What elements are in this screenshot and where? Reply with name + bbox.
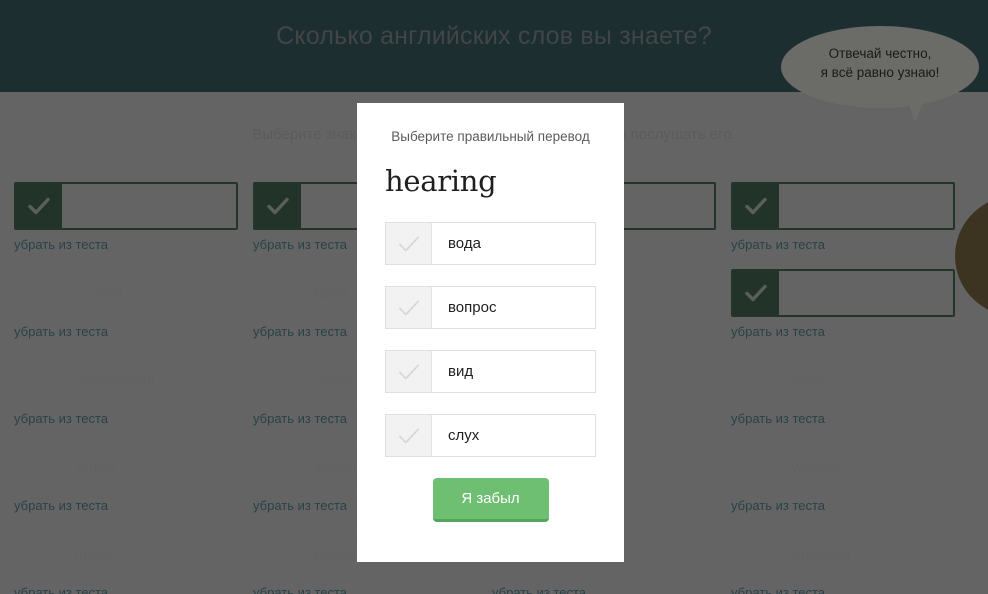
speech-bubble-text: Отвечай честно, я всё равно узнаю! (781, 44, 979, 82)
page-root: Сколько английских слов вы знаете? Выбер… (0, 0, 988, 594)
answer-option-label: вид (448, 363, 474, 380)
check-outline-icon[interactable] (386, 415, 432, 456)
answer-option-label: вопрос (448, 299, 497, 316)
modal-word: hearing (385, 164, 497, 198)
answer-option[interactable]: вид (385, 350, 596, 393)
answer-option[interactable]: вода (385, 222, 596, 265)
check-outline-icon[interactable] (386, 223, 432, 264)
answer-option[interactable]: слух (385, 414, 596, 457)
mascot-speech-bubble: Отвечай честно, я всё равно узнаю! (781, 26, 979, 124)
translation-modal: Выберите правильный перевод hearing вода… (357, 103, 624, 562)
check-outline-icon[interactable] (386, 287, 432, 328)
speech-line-2: я всё равно узнаю! (820, 65, 940, 80)
answer-option[interactable]: вопрос (385, 286, 596, 329)
i-forgot-button[interactable]: Я забыл (432, 478, 549, 522)
answer-list: вода вопрос вид слух (385, 222, 596, 457)
speech-line-1: Отвечай честно, (828, 46, 932, 61)
answer-option-label: вода (448, 235, 481, 252)
answer-option-label: слух (448, 427, 480, 444)
modal-subtitle: Выберите правильный перевод (391, 129, 590, 144)
check-outline-icon[interactable] (386, 351, 432, 392)
